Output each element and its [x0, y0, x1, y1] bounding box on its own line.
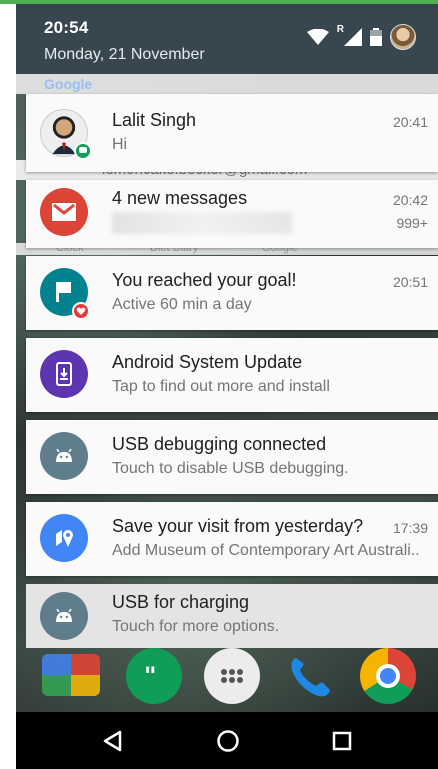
- notification-text: Touch for more options.: [112, 618, 280, 635]
- gmail-icon: [40, 188, 88, 236]
- peek-google-label: Google: [44, 76, 93, 92]
- notification-title: USB for charging: [112, 592, 250, 612]
- user-avatar[interactable]: [390, 24, 416, 50]
- system-update-icon: [40, 350, 88, 398]
- notification-title: You reached your goal!: [112, 270, 297, 290]
- hangouts-icon[interactable]: ": [126, 648, 182, 704]
- notification-text: Add Museum of Contemporary Art Australi.…: [112, 542, 420, 559]
- top-accent-bar: [0, 0, 438, 4]
- signal-icon: [344, 28, 362, 46]
- app-drawer-icon[interactable]: [204, 648, 260, 704]
- phone-icon[interactable]: [282, 648, 338, 704]
- home-icon[interactable]: [216, 729, 240, 753]
- peek-google-strip: Google: [16, 74, 438, 94]
- notification-text: Tap to find out more and install: [112, 378, 330, 395]
- quick-settings-header[interactable]: 20:54 Monday, 21 November R: [16, 4, 438, 74]
- notification-text: Active 60 min a day: [112, 296, 252, 313]
- notification-fit-goal[interactable]: You reached your goal! Active 60 min a d…: [26, 256, 438, 330]
- notification-time: 20:42: [392, 192, 428, 208]
- notification-usb-debugging[interactable]: USB debugging connected Touch to disable…: [26, 420, 438, 494]
- battery-icon: [370, 28, 382, 46]
- notification-maps-visit[interactable]: Save your visit from yesterday? Add Muse…: [26, 502, 438, 576]
- notification-title: Android System Update: [112, 352, 303, 372]
- notification-title: USB debugging connected: [112, 434, 327, 454]
- svg-text:": ": [144, 662, 157, 690]
- back-icon[interactable]: [102, 730, 124, 752]
- notification-title: 4 new messages: [112, 188, 248, 208]
- notification-gmail[interactable]: 4 new messages 20:42 999+: [26, 180, 438, 248]
- notification-time: 20:41: [392, 114, 428, 130]
- notification-title: Lalit Singh: [112, 110, 197, 130]
- notification-time: 17:39: [392, 520, 428, 536]
- navigation-bar: [16, 712, 438, 769]
- notification-text-redacted: [112, 212, 292, 234]
- notification-title: Save your visit from yesterday?: [112, 516, 364, 536]
- recents-icon[interactable]: [332, 731, 352, 751]
- roaming-indicator: R: [336, 24, 344, 35]
- wifi-icon: [306, 29, 329, 45]
- android-icon: [40, 592, 88, 640]
- phone-screen: 20:54 Monday, 21 November R Google lemon…: [16, 0, 438, 769]
- status-icons: R: [306, 24, 416, 50]
- notification-usb-charging[interactable]: USB for charging Touch for more options.: [26, 584, 438, 648]
- photos-icon[interactable]: [42, 654, 100, 696]
- android-icon: [40, 432, 88, 480]
- home-dock: ": [16, 648, 438, 710]
- maps-pin-icon: [40, 514, 88, 562]
- notification-text: Hi: [112, 136, 128, 153]
- hangouts-icon: [74, 142, 92, 160]
- notification-hangouts[interactable]: Lalit Singh Hi 20:41: [26, 94, 438, 172]
- chrome-icon[interactable]: [360, 648, 416, 704]
- message-count: 999+: [396, 215, 428, 231]
- notification-time: 20:51: [392, 274, 428, 290]
- heart-icon: [72, 302, 90, 320]
- notification-system-update[interactable]: Android System Update Tap to find out mo…: [26, 338, 438, 412]
- notification-text: Touch to disable USB debugging.: [112, 460, 349, 477]
